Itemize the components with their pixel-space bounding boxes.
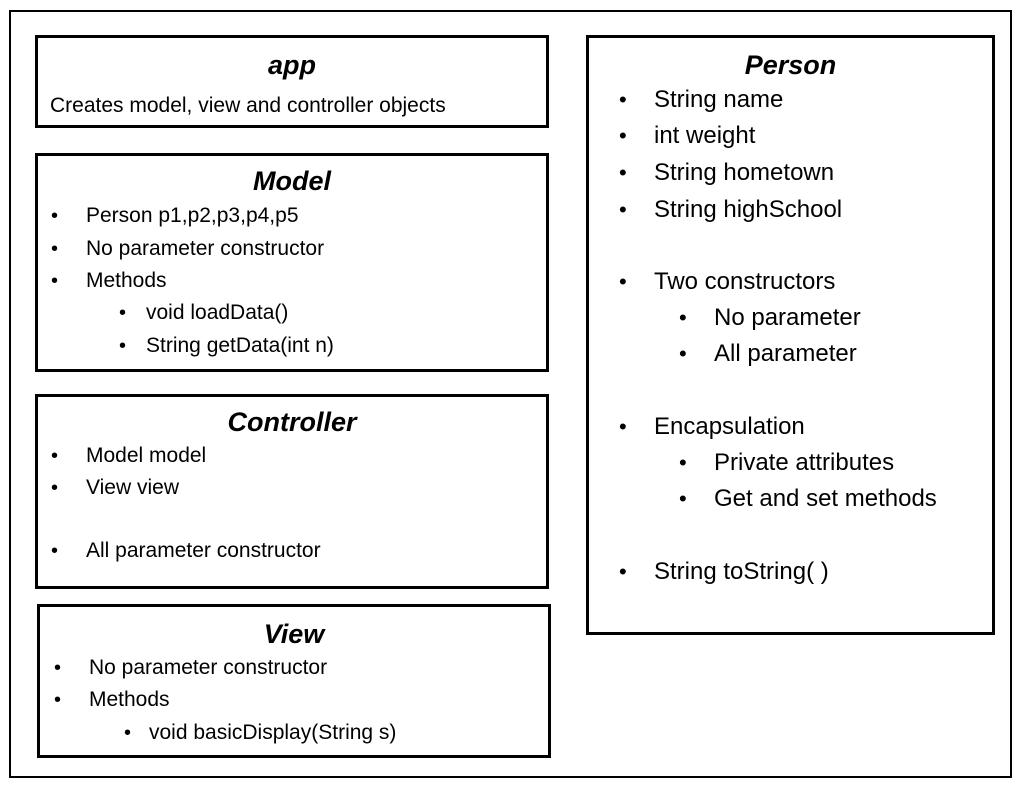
controller-item: View view <box>86 476 179 499</box>
bullet: • <box>679 341 687 366</box>
controller-box: Controller • Model model • View view • All … <box>35 394 549 589</box>
bullet: • <box>51 477 59 499</box>
bullet: • <box>119 302 127 324</box>
bullet: • <box>619 197 627 222</box>
bullet: • <box>51 445 59 467</box>
model-item: Methods <box>86 269 167 292</box>
bullet: • <box>619 123 627 148</box>
bullet: • <box>619 269 627 294</box>
bullet: • <box>619 414 627 439</box>
view-subitem: void basicDisplay(String s) <box>149 721 397 744</box>
person-title: Person <box>744 50 837 80</box>
model-box: Model • Person p1,p2,p3,p4,p5 • No paramet… <box>35 153 549 372</box>
controller-item: All parameter constructor <box>86 539 321 562</box>
bullet: • <box>619 559 627 584</box>
bullet: • <box>679 486 687 511</box>
bullet: • <box>124 722 132 744</box>
bullet: • <box>679 305 687 330</box>
app-title: app <box>267 50 316 80</box>
person-box: Person • String name • int weight • String … <box>586 35 995 635</box>
model-subitem: void loadData() <box>146 301 289 324</box>
controller-title: Controller <box>227 407 357 437</box>
person-subitem: Get and set methods <box>714 485 937 512</box>
bullet: • <box>119 335 127 357</box>
view-item: Methods <box>89 688 170 711</box>
model-item: No parameter constructor <box>86 237 325 260</box>
controller-item: Model model <box>86 444 207 467</box>
bullet: • <box>54 689 62 711</box>
person-item: Encapsulation <box>654 413 805 440</box>
person-subitem: All parameter <box>714 340 857 367</box>
bullet: • <box>51 205 59 227</box>
bullet: • <box>54 657 62 679</box>
person-item: String hometown <box>654 159 835 186</box>
view-item: No parameter constructor <box>89 656 328 679</box>
model-title: Model <box>253 166 331 196</box>
person-item: String toString( ) <box>654 558 829 585</box>
app-description: Creates model, view and controller objec… <box>50 94 446 117</box>
person-subitem: Private attributes <box>714 449 895 476</box>
bullet: • <box>619 87 627 112</box>
person-item: Two constructors <box>654 268 836 295</box>
person-subitem: No parameter <box>714 304 861 331</box>
person-item: int weight <box>654 122 756 149</box>
person-item: String name <box>654 86 784 113</box>
bullet: • <box>679 450 687 475</box>
person-item: String highSchool <box>654 196 843 223</box>
model-subitem: String getData(int n) <box>146 334 334 357</box>
view-box: View • No parameter constructor • Methods … <box>37 604 551 758</box>
bullet: • <box>619 160 627 185</box>
bullet: • <box>51 238 59 260</box>
view-title: View <box>263 619 325 649</box>
bullet: • <box>51 270 59 292</box>
model-item: Person p1,p2,p3,p4,p5 <box>86 204 299 227</box>
app-box: app Creates model, view and controller o… <box>35 35 549 128</box>
bullet: • <box>51 540 59 562</box>
